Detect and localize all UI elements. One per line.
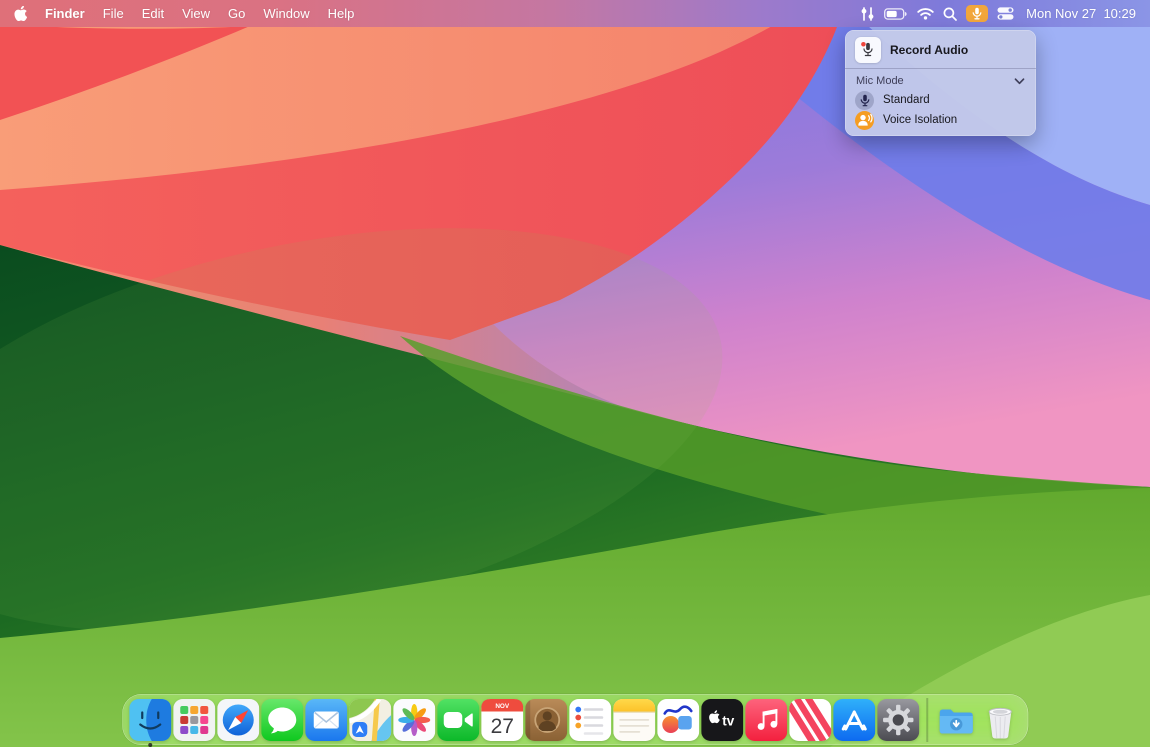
mic-icon	[855, 91, 874, 110]
launchpad-icon	[173, 699, 215, 741]
wifi-icon[interactable]	[917, 7, 934, 20]
chevron-down-icon	[1014, 78, 1025, 85]
dock: NOV 27	[122, 694, 1028, 745]
dock-item-calendar[interactable]: NOV 27	[481, 699, 523, 741]
contacts-icon	[525, 699, 567, 741]
downloads-folder-icon	[935, 699, 977, 741]
calendar-icon: NOV 27	[481, 699, 523, 741]
freeform-icon	[657, 699, 699, 741]
dock-item-messages[interactable]	[261, 699, 303, 741]
mic-mode-option-voice-isolation[interactable]: Voice Isolation	[855, 110, 1026, 130]
menu-item-help[interactable]: Help	[319, 6, 364, 21]
facetime-icon	[437, 699, 479, 741]
dock-item-trash[interactable]	[979, 699, 1021, 741]
mic-icon	[972, 7, 982, 20]
voice-isolation-icon	[855, 111, 874, 130]
svg-text:tv: tv	[722, 713, 734, 728]
system-settings-icon	[877, 699, 919, 741]
dock-item-finder[interactable]	[129, 699, 171, 741]
battery-icon[interactable]	[884, 8, 908, 20]
spotlight-search-icon[interactable]	[943, 7, 957, 21]
menu-bar: Finder File Edit View Go Window Help	[0, 0, 1150, 27]
dock-item-facetime[interactable]	[437, 699, 479, 741]
menu-item-view[interactable]: View	[173, 6, 219, 21]
apple-menu[interactable]	[12, 6, 33, 21]
apple-tv-icon: tv	[701, 699, 743, 741]
dock-item-downloads-folder[interactable]	[935, 699, 977, 741]
music-icon	[745, 699, 787, 741]
menu-item-edit[interactable]: Edit	[133, 6, 173, 21]
dock-item-mail[interactable]	[305, 699, 347, 741]
control-center-icon[interactable]	[997, 7, 1014, 20]
svg-text:27: 27	[491, 715, 514, 738]
menu-item-go[interactable]: Go	[219, 6, 254, 21]
dock-item-launchpad[interactable]	[173, 699, 215, 741]
dock-item-reminders[interactable]	[569, 699, 611, 741]
svg-text:NOV: NOV	[495, 703, 510, 710]
option-label: Standard	[883, 94, 930, 106]
dock-item-freeform[interactable]	[657, 699, 699, 741]
macos-desktop: { "menu_bar": { "items": ["Finder", "Fil…	[0, 0, 1150, 747]
dock-item-notes[interactable]	[613, 699, 655, 741]
dock-item-safari[interactable]	[217, 699, 259, 741]
news-icon	[789, 699, 831, 741]
photos-icon	[393, 699, 435, 741]
mic-mode-panel: Record Audio Mic Mode Standard Voice Iso…	[845, 30, 1036, 136]
mic-recording-indicator[interactable]	[966, 5, 988, 22]
trash-icon	[979, 699, 1021, 741]
safari-icon	[217, 699, 259, 741]
dock-item-photos[interactable]	[393, 699, 435, 741]
mic-mode-option-standard[interactable]: Standard	[855, 90, 1026, 110]
mic-mode-label: Mic Mode	[856, 75, 904, 87]
menu-item-file[interactable]: File	[94, 6, 133, 21]
menu-bar-left: Finder File Edit View Go Window Help	[12, 6, 363, 21]
mail-icon	[305, 699, 347, 741]
record-audio-label: Record Audio	[890, 43, 968, 57]
record-audio-row[interactable]: Record Audio	[855, 35, 1026, 68]
finder-icon	[129, 699, 171, 741]
maps-icon	[349, 699, 391, 741]
messages-icon	[261, 699, 303, 741]
mic-mode-header[interactable]: Mic Mode	[855, 69, 1026, 90]
dock-item-news[interactable]	[789, 699, 831, 741]
app-store-icon	[833, 699, 875, 741]
menu-item-window[interactable]: Window	[254, 6, 318, 21]
notes-icon	[613, 699, 655, 741]
running-indicator	[148, 743, 152, 747]
menu-item-finder[interactable]: Finder	[33, 6, 94, 21]
dock-divider	[926, 698, 928, 742]
dock-item-tv[interactable]: tv	[701, 699, 743, 741]
dock-item-maps[interactable]	[349, 699, 391, 741]
dock-item-system-settings[interactable]	[877, 699, 919, 741]
apple-icon	[14, 6, 27, 21]
menu-bar-clock[interactable]: Mon Nov 27 10:29	[1026, 6, 1136, 21]
sliders-icon[interactable]	[860, 7, 875, 21]
dock-item-music[interactable]	[745, 699, 787, 741]
record-audio-icon	[855, 37, 881, 63]
option-label: Voice Isolation	[883, 114, 957, 126]
menu-bar-status: Mon Nov 27 10:29	[860, 5, 1136, 22]
dock-item-appstore[interactable]	[833, 699, 875, 741]
dock-item-contacts[interactable]	[525, 699, 567, 741]
reminders-icon	[569, 699, 611, 741]
